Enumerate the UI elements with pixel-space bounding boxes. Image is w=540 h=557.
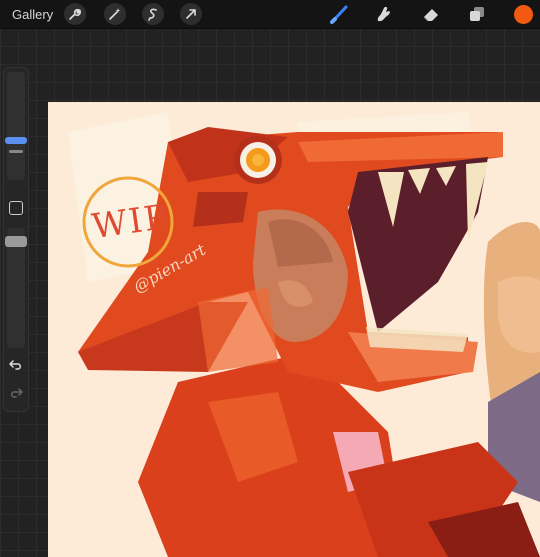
redo-button[interactable]: [6, 384, 26, 402]
opacity-handle[interactable]: [5, 236, 27, 247]
brush-size-slider[interactable]: [7, 72, 25, 180]
layers-button[interactable]: [466, 4, 488, 24]
smudge-icon: [377, 6, 390, 22]
top-toolbar: Gallery: [0, 0, 540, 29]
redo-arrow-icon: [11, 388, 23, 398]
selection-icon: [148, 8, 157, 21]
modify-button[interactable]: [9, 201, 23, 215]
artwork-illustration: [68, 112, 540, 557]
actions-button[interactable]: [64, 3, 86, 25]
gallery-button[interactable]: Gallery: [12, 7, 53, 22]
adjustments-button[interactable]: [104, 3, 126, 25]
selection-button[interactable]: [142, 3, 164, 25]
smudge-tool-button[interactable]: [372, 4, 394, 24]
transform-button[interactable]: [180, 3, 202, 25]
magic-wand-icon: [109, 8, 121, 20]
layers-icon: [470, 7, 484, 21]
transform-arrow-icon: [186, 9, 196, 19]
brush-tool-button[interactable]: [328, 4, 350, 24]
brush-size-indicator: [9, 150, 23, 153]
brush-size-handle[interactable]: [5, 137, 27, 144]
eraser-icon: [423, 9, 438, 22]
brush-icon: [330, 5, 348, 24]
current-color-swatch[interactable]: [514, 5, 533, 24]
eraser-tool-button[interactable]: [420, 4, 442, 24]
drawing-canvas[interactable]: WIP @pien-art: [48, 102, 540, 557]
undo-button[interactable]: [6, 356, 26, 374]
undo-arrow-icon: [9, 360, 21, 370]
wrench-icon: [69, 8, 81, 20]
left-sidebar: [3, 67, 29, 412]
